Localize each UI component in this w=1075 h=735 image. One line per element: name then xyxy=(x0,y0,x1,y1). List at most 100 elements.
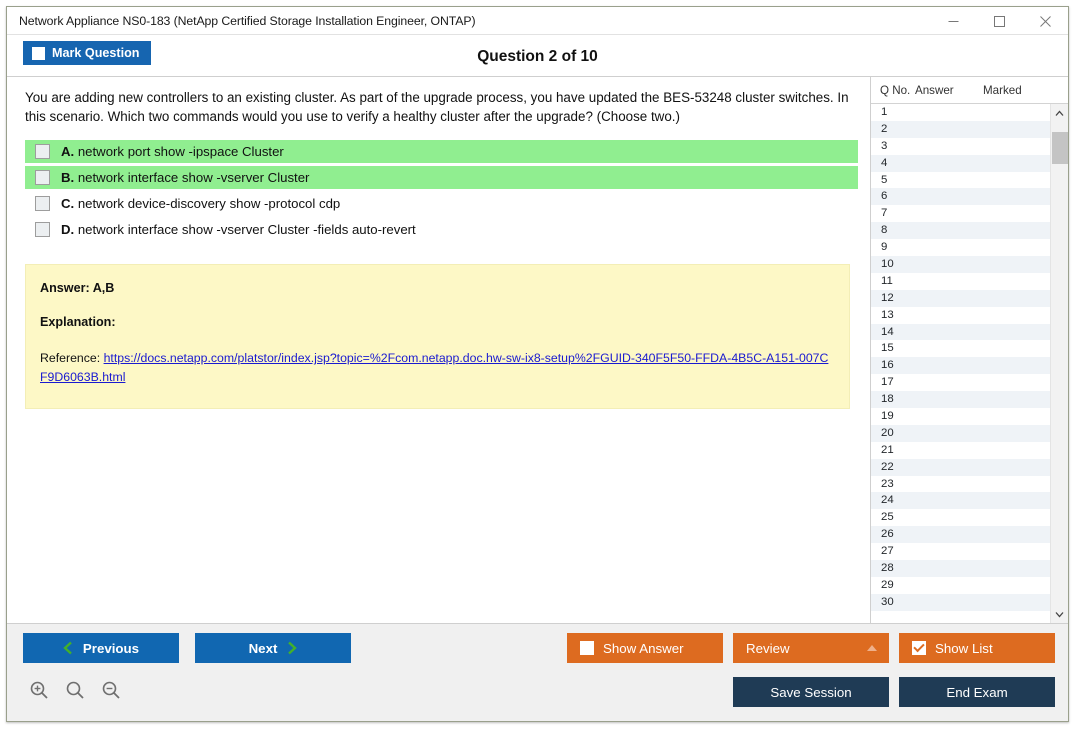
reference-link[interactable]: https://docs.netapp.com/platstor/index.j… xyxy=(40,351,828,383)
option-label: A. network port show -ipspace Cluster xyxy=(61,144,284,159)
scroll-up-icon[interactable] xyxy=(1051,104,1069,122)
option-text: network port show -ipspace Cluster xyxy=(74,144,284,159)
show-list-checkbox[interactable] xyxy=(912,641,926,655)
content-split: You are adding new controllers to an exi… xyxy=(7,77,1068,623)
option-row-b[interactable]: B. network interface show -vserver Clust… xyxy=(25,166,858,189)
question-list-row[interactable]: 16 xyxy=(871,357,1050,374)
question-list-row[interactable]: 17 xyxy=(871,374,1050,391)
option-label: B. network interface show -vserver Clust… xyxy=(61,170,309,185)
question-list-row[interactable]: 19 xyxy=(871,408,1050,425)
exam-application-window: Network Appliance NS0-183 (NetApp Certif… xyxy=(6,6,1069,722)
chevron-left-icon xyxy=(63,641,73,655)
question-number: 24 xyxy=(871,494,915,506)
question-number: 12 xyxy=(871,292,915,304)
option-label: D. network interface show -vserver Clust… xyxy=(61,222,416,237)
option-letter: D. xyxy=(61,222,74,237)
option-row-a[interactable]: A. network port show -ipspace Cluster xyxy=(25,140,858,163)
option-checkbox[interactable] xyxy=(35,222,50,237)
question-list-row[interactable]: 6 xyxy=(871,188,1050,205)
title-bar: Network Appliance NS0-183 (NetApp Certif… xyxy=(7,7,1068,35)
question-list-row[interactable]: 10 xyxy=(871,256,1050,273)
option-checkbox[interactable] xyxy=(35,196,50,211)
review-label: Review xyxy=(746,641,790,656)
mark-question-label: Mark Question xyxy=(52,46,139,60)
zoom-controls xyxy=(25,676,125,704)
question-list-row[interactable]: 24 xyxy=(871,492,1050,509)
question-list-row[interactable]: 20 xyxy=(871,425,1050,442)
question-list-row[interactable]: 18 xyxy=(871,391,1050,408)
question-list-row[interactable]: 22 xyxy=(871,459,1050,476)
question-number: 19 xyxy=(871,410,915,422)
minimize-button[interactable] xyxy=(930,7,976,35)
question-number: 22 xyxy=(871,461,915,473)
question-list-row[interactable]: 4 xyxy=(871,155,1050,172)
question-list-row[interactable]: 15 xyxy=(871,340,1050,357)
option-letter: C. xyxy=(61,196,74,211)
option-row-d[interactable]: D. network interface show -vserver Clust… xyxy=(25,218,858,241)
zoom-in-icon[interactable] xyxy=(25,676,53,704)
question-number: 4 xyxy=(871,157,915,169)
end-exam-button[interactable]: End Exam xyxy=(899,677,1055,707)
mark-question-checkbox[interactable] xyxy=(32,47,45,60)
question-list-row[interactable]: 14 xyxy=(871,324,1050,341)
question-list-row[interactable]: 23 xyxy=(871,476,1050,493)
question-list-row[interactable]: 9 xyxy=(871,239,1050,256)
question-header: Mark Question Question 2 of 10 xyxy=(7,35,1068,77)
question-list-row[interactable]: 28 xyxy=(871,560,1050,577)
window-body: Mark Question Question 2 of 10 You are a… xyxy=(7,35,1068,721)
question-number: 30 xyxy=(871,596,915,608)
next-button[interactable]: Next xyxy=(195,633,351,663)
show-answer-checkbox[interactable] xyxy=(580,641,594,655)
zoom-out-icon[interactable] xyxy=(97,676,125,704)
question-list-row[interactable]: 3 xyxy=(871,138,1050,155)
question-number: 27 xyxy=(871,545,915,557)
question-number: 23 xyxy=(871,478,915,490)
column-header-answer: Answer xyxy=(915,84,977,97)
option-checkbox[interactable] xyxy=(35,144,50,159)
close-icon[interactable] xyxy=(1022,7,1068,35)
option-text: network device-discovery show -protocol … xyxy=(74,196,340,211)
scroll-down-icon[interactable] xyxy=(1051,605,1069,623)
question-list-row[interactable]: 13 xyxy=(871,307,1050,324)
question-list-row[interactable]: 25 xyxy=(871,509,1050,526)
question-list-row[interactable]: 8 xyxy=(871,222,1050,239)
chevron-up-icon xyxy=(866,644,878,652)
question-list-row[interactable]: 7 xyxy=(871,205,1050,222)
footer-toolbar: Previous Next Show Answer Review Show Li… xyxy=(7,623,1068,721)
question-list-row[interactable]: 30 xyxy=(871,594,1050,611)
scrollbar-track[interactable] xyxy=(1051,122,1069,605)
zoom-reset-icon[interactable] xyxy=(61,676,89,704)
question-list-row[interactable]: 27 xyxy=(871,543,1050,560)
previous-label: Previous xyxy=(83,641,139,656)
question-list-row[interactable]: 26 xyxy=(871,526,1050,543)
question-number: 3 xyxy=(871,140,915,152)
question-number: 20 xyxy=(871,427,915,439)
question-pane: You are adding new controllers to an exi… xyxy=(7,77,870,623)
maximize-button[interactable] xyxy=(976,7,1022,35)
review-dropdown[interactable]: Review xyxy=(733,633,889,663)
show-list-label: Show List xyxy=(935,641,993,656)
chevron-right-icon xyxy=(287,641,297,655)
show-answer-button[interactable]: Show Answer xyxy=(567,633,723,663)
question-list-row[interactable]: 2 xyxy=(871,121,1050,138)
question-list-row[interactable]: 1 xyxy=(871,104,1050,121)
option-checkbox[interactable] xyxy=(35,170,50,185)
question-list-row[interactable]: 12 xyxy=(871,290,1050,307)
scrollbar-thumb[interactable] xyxy=(1052,132,1068,164)
question-list-row[interactable]: 21 xyxy=(871,442,1050,459)
save-session-button[interactable]: Save Session xyxy=(733,677,889,707)
option-label: C. network device-discovery show -protoc… xyxy=(61,196,340,211)
answer-line: Answer: A,B xyxy=(40,281,835,295)
question-number: 14 xyxy=(871,326,915,338)
question-text: You are adding new controllers to an exi… xyxy=(25,88,858,126)
question-list-row[interactable]: 5 xyxy=(871,172,1050,189)
previous-button[interactable]: Previous xyxy=(23,633,179,663)
mark-question-button[interactable]: Mark Question xyxy=(23,41,151,65)
question-list-row[interactable]: 11 xyxy=(871,273,1050,290)
column-header-qno: Q No. xyxy=(871,84,915,97)
show-list-button[interactable]: Show List xyxy=(899,633,1055,663)
option-row-c[interactable]: C. network device-discovery show -protoc… xyxy=(25,192,858,215)
question-list-row[interactable]: 29 xyxy=(871,577,1050,594)
question-list-scrollbar[interactable] xyxy=(1050,104,1068,623)
question-list-header: Q No. Answer Marked xyxy=(871,77,1068,104)
